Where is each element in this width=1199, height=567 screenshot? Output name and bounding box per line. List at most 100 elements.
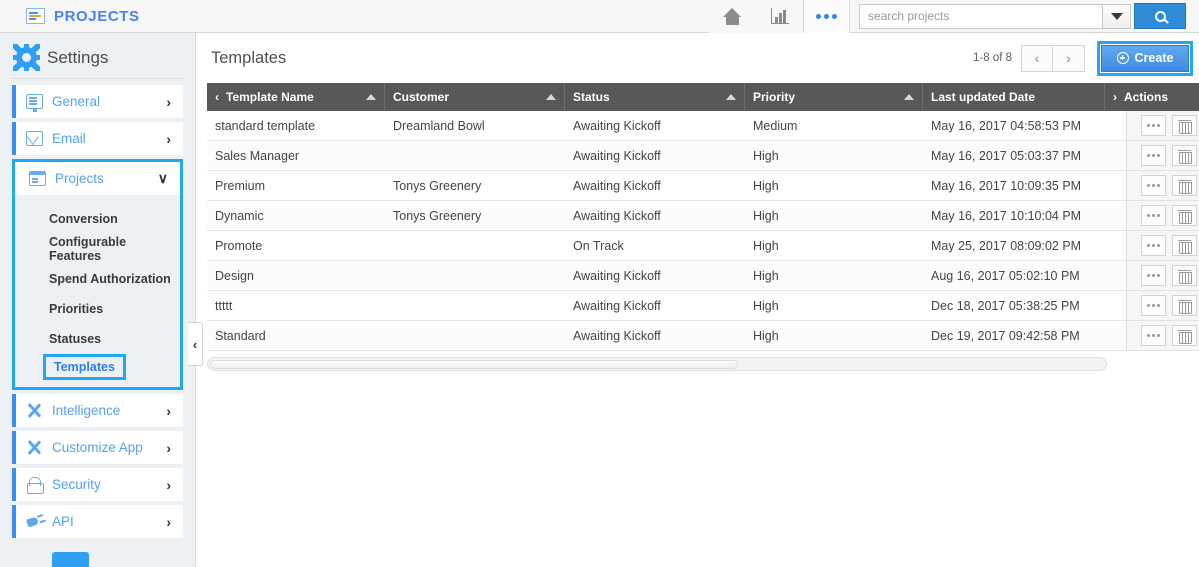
trash-icon [1177,329,1192,344]
cell-priority: High [753,148,779,163]
table-row[interactable]: Promote On Track High May 25, 2017 08:09:02… [207,231,1199,261]
brand-label: PROJECTS [54,7,140,25]
sort-ascending-icon[interactable] [904,94,914,100]
table-row[interactable]: Design Awaiting Kickoff High Aug 16, 2017 0… [207,261,1199,291]
tools-icon [26,403,43,418]
row-delete-button[interactable] [1171,205,1197,226]
monitor-icon [26,94,43,112]
cell-template-name: Dynamic [215,208,264,223]
chevron-down-icon: ∨ [157,170,168,186]
horizontal-scrollbar[interactable] [207,357,1107,371]
column-header-customer[interactable]: Customer [385,83,565,111]
sidebar-item-projects[interactable]: Projects ∨ [15,162,180,195]
column-header-last-updated-date[interactable]: Last updated Date [923,83,1105,111]
header-controls: 1-8 of 8 ‹ › Create [973,40,1199,76]
chevron-right-icon: › [1113,90,1117,104]
row-more-button[interactable] [1140,265,1166,286]
cell-customer [385,291,565,321]
row-delete-button[interactable] [1171,175,1197,196]
row-delete-button[interactable] [1171,325,1197,346]
row-delete-button[interactable] [1171,295,1197,316]
sidebar-item-customize-app[interactable]: Customize App › [12,431,183,464]
tools-icon [26,440,43,455]
sidebar-item-label: General [52,94,101,109]
sidebar-item-general[interactable]: General › [12,85,183,118]
sidebar-item-intelligence[interactable]: Intelligence › [12,394,183,427]
sidebar-subitem-configurable-features[interactable]: Configurable Features [15,234,180,264]
sidebar-subitem-priorities[interactable]: Priorities [15,294,180,324]
search-button[interactable] [1134,3,1186,29]
projects-logo-icon [26,8,45,24]
plus-circle-icon [1116,52,1129,64]
scrollbar-thumb[interactable] [210,360,738,369]
table-row[interactable]: Dynamic Tonys Greenery Awaiting Kickoff Hig… [207,201,1199,231]
sort-ascending-icon[interactable] [366,94,376,100]
sidebar-item-api[interactable]: API › [12,505,183,538]
search-area [859,0,1186,33]
table-row[interactable]: Standard Awaiting Kickoff High Dec 19, 2017… [207,321,1199,351]
row-delete-button[interactable] [1171,115,1197,136]
reports-button[interactable] [756,0,803,33]
row-actions [1127,201,1199,231]
bar-chart-icon [770,8,789,24]
sidebar-header: Settings [0,33,195,78]
row-more-button[interactable] [1140,115,1166,136]
sidebar-subitem-templates[interactable]: Templates [43,354,126,380]
more-dots-icon [1146,184,1160,187]
projects-submenu: Conversion Configurable Features Spend A… [15,195,180,387]
cell-status: Awaiting Kickoff [573,178,661,193]
pagination-next-button[interactable]: › [1053,44,1085,72]
cell-priority: High [753,298,779,313]
trash-icon [1177,299,1192,314]
create-button[interactable]: Create [1101,44,1189,72]
sidebar-item-label: Intelligence [52,403,121,418]
row-more-button[interactable] [1140,205,1166,226]
more-dots-icon [1146,124,1160,127]
actions-column [1126,111,1199,351]
home-icon [723,7,742,25]
row-more-button[interactable] [1140,145,1166,166]
sidebar-item-email[interactable]: Email › [12,122,183,155]
more-dots-icon [1146,334,1160,337]
create-button-highlight: Create [1097,40,1193,76]
sidebar-collapse-handle[interactable]: ‹ [188,322,203,366]
row-more-button[interactable] [1140,235,1166,256]
table-row[interactable]: Premium Tonys Greenery Awaiting Kickoff Hig… [207,171,1199,201]
cell-customer: Dreamland Bowl [393,118,485,133]
column-header-actions[interactable]: › Actions [1105,83,1189,111]
row-delete-button[interactable] [1171,265,1197,286]
row-delete-button[interactable] [1171,145,1197,166]
sidebar-item-security[interactable]: Security › [12,468,183,501]
sidebar-subitem-conversion[interactable]: Conversion [15,204,180,234]
more-dots-icon [1146,214,1160,217]
column-header-template-name[interactable]: ‹ Template Name [207,83,385,111]
brand[interactable]: PROJECTS [26,8,140,25]
column-header-status[interactable]: Status [565,83,745,111]
more-menu-button[interactable] [803,0,850,33]
table-row[interactable]: Sales Manager Awaiting Kickoff High May 16,… [207,141,1199,171]
sidebar-bottom-button[interactable] [52,552,89,567]
row-delete-button[interactable] [1171,235,1197,256]
search-scope-dropdown[interactable] [1102,3,1131,29]
main-content: Templates 1-8 of 8 ‹ › Create ‹ Template… [197,33,1199,567]
cell-customer: Tonys Greenery [393,208,482,223]
more-dots-icon [1146,274,1160,277]
sidebar-subitem-statuses[interactable]: Statuses [15,324,180,354]
row-more-button[interactable] [1140,295,1166,316]
row-more-button[interactable] [1140,325,1166,346]
row-more-button[interactable] [1140,175,1166,196]
sidebar-subitem-spend-authorization[interactable]: Spend Authorization [15,264,180,294]
search-input[interactable] [859,3,1102,29]
lock-icon [26,477,44,494]
home-button[interactable] [709,0,756,33]
sort-ascending-icon[interactable] [726,94,736,100]
pagination-prev-button[interactable]: ‹ [1021,44,1053,72]
cell-priority: High [753,328,779,343]
cell-template-name: ttttt [215,298,233,313]
row-actions [1127,291,1199,321]
sort-ascending-icon[interactable] [546,94,556,100]
table-row[interactable]: standard template Dreamland Bowl Awaiting … [207,111,1199,141]
column-header-priority[interactable]: Priority [745,83,923,111]
table-row[interactable]: ttttt Awaiting Kickoff High Dec 18, 2017 05… [207,291,1199,321]
cell-template-name: Sales Manager [215,148,300,163]
